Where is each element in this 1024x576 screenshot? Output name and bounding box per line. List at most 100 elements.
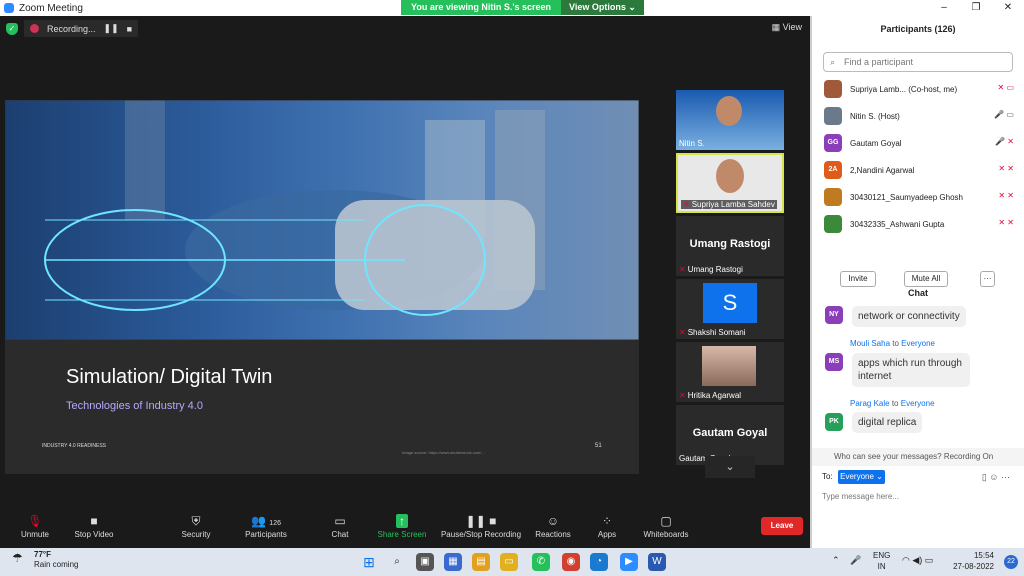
video-tile[interactable]: ✕ Hritika Agarwal (676, 342, 784, 402)
avatar (716, 96, 742, 126)
video-tile-name-large: Gautam Goyal (692, 427, 768, 439)
participant-row[interactable]: 30432335_Ashwani Gupta ✕ ✕ (824, 211, 1014, 237)
chat-button[interactable]: ▭ Chat (305, 510, 375, 548)
stop-video-button[interactable]: ■ Stop Video (59, 510, 129, 548)
scroll-down-arrow-icon[interactable]: ⌄ (705, 456, 755, 478)
chat-icon: ▭ (334, 514, 346, 528)
search-icon[interactable]: ⌕ (388, 553, 406, 571)
pause-recording-icon[interactable]: ❚❚ (104, 23, 119, 34)
muted-mic-icon: ✕ (679, 265, 686, 274)
language-indicator[interactable]: ENG IN (873, 550, 890, 572)
muted-mic-icon[interactable]: ✕ ✕ (998, 164, 1014, 173)
tray-overflow-icon[interactable]: ⌃ (832, 555, 840, 566)
slide-title: Simulation/ Digital Twin (66, 366, 273, 388)
store-icon[interactable]: ▤ (472, 553, 490, 571)
avatar (716, 159, 744, 193)
notification-badge[interactable]: 22 (1004, 555, 1018, 569)
share-screen-icon: ↑ (367, 512, 437, 530)
participants-header: Participants (126) (880, 24, 956, 34)
share-screen-button[interactable]: ↑ Share Screen (367, 510, 437, 548)
side-panel: Participants (126) ⌕ Find a participant … (812, 16, 1024, 548)
whiteboards-button[interactable]: ▢ Whiteboards (631, 510, 701, 548)
stop-recording-icon[interactable]: ■ (127, 24, 132, 34)
video-name: ✕ Shakshi Somani (679, 328, 746, 337)
muted-video-icon[interactable]: 🎤 ✕ (995, 137, 1014, 146)
view-label: View (782, 22, 802, 32)
shield-icon: ⛨ (191, 514, 201, 528)
rain-cloud-icon: ☂ (12, 551, 23, 565)
mic-icon[interactable]: 🎤 ▭ (994, 110, 1014, 119)
minimize-button[interactable]: – (928, 0, 960, 16)
leave-button[interactable]: Leave (761, 517, 803, 535)
participants-button[interactable]: 👥 126 Participants (231, 510, 301, 548)
view-options-button[interactable]: View Options ⌄ (561, 0, 644, 15)
weather-widget[interactable]: ☂ 77°F Rain coming (12, 550, 78, 570)
muted-mic-icon: ✕ (679, 391, 686, 400)
slide-footer: INDUSTRY 4.0 READINESS (42, 443, 107, 449)
recording-indicator: Recording... ❚❚ ■ (24, 20, 139, 37)
avatar (702, 346, 756, 386)
attach-file-icon[interactable]: ▯ ☺ ⋯ (982, 472, 1010, 483)
muted-mic-icon[interactable]: ✕ ✕ (998, 191, 1014, 200)
digital-twin-image (5, 100, 639, 340)
chat-message: apps which run through internet (852, 353, 970, 387)
whiteboard-icon: ▢ (660, 514, 672, 528)
chat-sender: Parag Kale to Everyone (850, 399, 935, 408)
file-explorer-icon[interactable]: ▭ (500, 553, 518, 571)
windows-taskbar: ☂ 77°F Rain coming ⊞ ⌕ ▣ ▦ ▤ ▭ ✆ ◉ ◔ ▶ W… (0, 548, 1024, 576)
chat-message: digital replica (852, 412, 923, 433)
participant-row[interactable]: GG Gautam Goyal 🎤 ✕ (824, 130, 1014, 156)
screen-share-banner: You are viewing Nitin S.'s screen View O… (401, 0, 644, 15)
participants-icon: 👥 126 (251, 514, 281, 528)
chat-header: Chat (908, 288, 928, 298)
to-label: To: (822, 472, 833, 481)
avatar: S (703, 283, 757, 323)
zoom-icon[interactable]: ▶ (620, 553, 638, 571)
participant-row[interactable]: Nitin S. (Host) 🎤 ▭ (824, 103, 1014, 129)
video-tile[interactable]: Umang Rastogi ✕ Umang Rastogi (676, 216, 784, 276)
search-icon: ⌕ (830, 57, 836, 67)
slide-subtitle: Technologies of Industry 4.0 (66, 400, 203, 412)
whatsapp-icon[interactable]: ✆ (532, 553, 550, 571)
chat-message-input[interactable]: Type message here... (822, 492, 899, 501)
video-tile-active-speaker[interactable]: ✕ Supriya Lamba Sahdev (676, 153, 784, 213)
pause-stop-recording-button[interactable]: ❚❚ ■ Pause/Stop Recording (437, 510, 525, 548)
maximize-button[interactable]: ❐ (960, 0, 992, 16)
muted-mic-icon[interactable]: ✕ ✕ (998, 218, 1014, 227)
mute-all-button[interactable]: Mute All (904, 271, 948, 287)
shared-slide: Simulation/ Digital Twin Technologies of… (5, 100, 639, 474)
participant-row[interactable]: 2A 2,Nandini Agarwal ✕ ✕ (824, 157, 1014, 183)
video-camera-icon: ■ (90, 514, 98, 528)
word-icon[interactable]: W (648, 553, 666, 571)
video-tile[interactable]: S ✕ Shakshi Somani (676, 279, 784, 339)
who-can-see-link[interactable]: Who can see your messages? Recording On (812, 448, 1024, 466)
windows-start-icon[interactable]: ⊞ (360, 553, 378, 571)
security-button[interactable]: ⛨ Security (161, 510, 231, 548)
participant-row[interactable]: Supriya Lamb... (Co-host, me) ✕ ▭ (824, 76, 1014, 102)
viewing-label: You are viewing Nitin S.'s screen (401, 0, 562, 15)
avatar (824, 107, 842, 125)
video-name: ✕ Umang Rastogi (679, 265, 743, 274)
chat-sender: Mouli Saha to Everyone (850, 339, 935, 348)
muted-mic-icon: ✕ (683, 200, 690, 209)
encryption-shield-icon[interactable]: ✓ (6, 22, 18, 35)
more-options-button[interactable]: ··· (980, 271, 995, 287)
participant-row[interactable]: 30430121_Saumyadeep Ghosh ✕ ✕ (824, 184, 1014, 210)
top-status: ✓ Recording... ❚❚ ■ (6, 20, 139, 37)
wifi-volume-battery-icon[interactable]: ◠ ◀) ▭ (902, 555, 933, 566)
muted-mic-icon[interactable]: ✕ ▭ (998, 83, 1014, 92)
edge-icon[interactable]: ◔ (590, 553, 608, 571)
invite-button[interactable]: Invite (840, 271, 876, 287)
participant-search-input[interactable]: ⌕ Find a participant (823, 52, 1013, 72)
close-button[interactable]: ✕ (992, 0, 1024, 16)
recipient-dropdown[interactable]: Everyone ⌄ (838, 470, 885, 484)
video-tile[interactable]: Nitin S. (676, 90, 784, 150)
mic-icon[interactable]: 🎤 (850, 555, 861, 566)
clock[interactable]: 15:54 27-08-2022 (953, 550, 994, 572)
widgets-icon[interactable]: ▦ (444, 553, 462, 571)
recording-icon (30, 24, 39, 33)
chrome-icon[interactable]: ◉ (562, 553, 580, 571)
video-tile-name-large: Umang Rastogi (689, 238, 771, 250)
task-view-icon[interactable]: ▣ (416, 553, 434, 571)
view-button[interactable]: ▦ View (772, 22, 802, 33)
